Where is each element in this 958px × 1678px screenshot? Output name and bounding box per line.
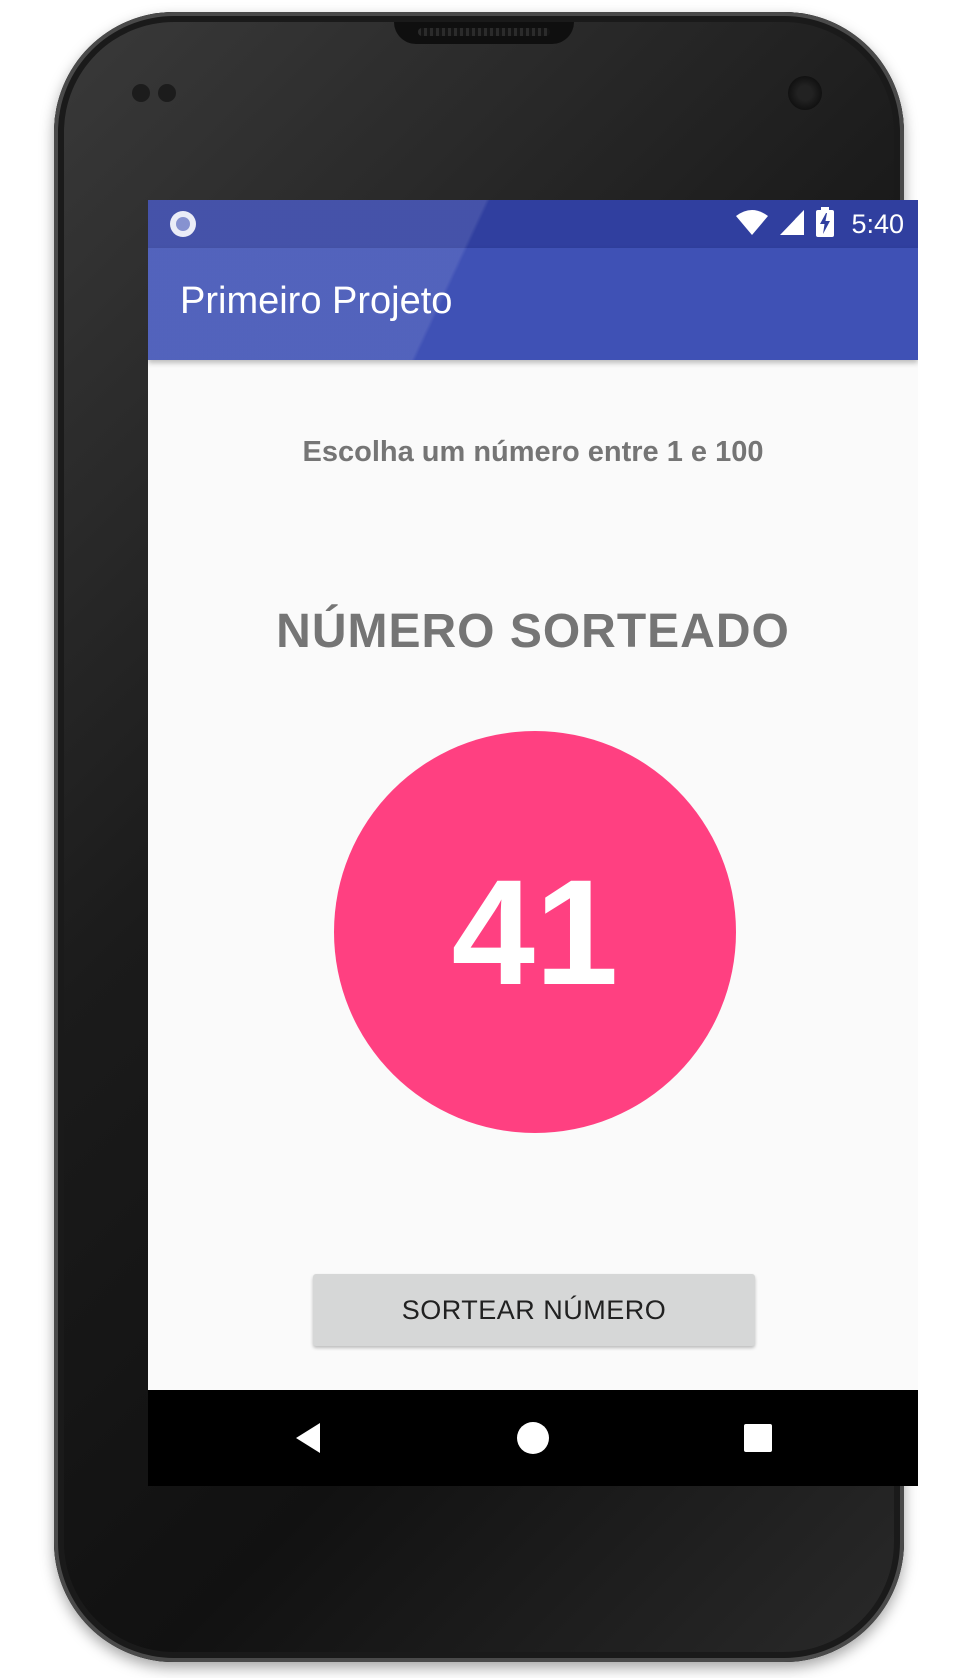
cell-signal-icon: [779, 208, 805, 241]
light-sensor: [158, 84, 176, 102]
draw-number-button[interactable]: SORTEAR NÚMERO: [313, 1274, 755, 1346]
status-bar: 5:40: [148, 200, 918, 248]
instruction-text: Escolha um número entre 1 e 100: [302, 436, 764, 468]
drawn-number: 41: [451, 848, 619, 1016]
result-heading: NÚMERO SORTEADO: [276, 605, 790, 658]
phone-frame: 5:40 Primeiro Projeto Escolha um número …: [54, 12, 918, 1662]
front-camera: [788, 76, 822, 110]
home-icon[interactable]: [513, 1418, 553, 1458]
screen: 5:40 Primeiro Projeto Escolha um número …: [148, 200, 918, 1486]
result-circle: 41: [334, 731, 736, 1133]
app-bar: Primeiro Projeto: [148, 248, 918, 360]
back-icon[interactable]: [288, 1418, 328, 1458]
earpiece-speaker: [394, 22, 574, 44]
status-icons: 5:40: [735, 200, 904, 248]
battery-charging-icon: [815, 206, 835, 242]
status-time: 5:40: [851, 208, 904, 239]
recents-icon[interactable]: [738, 1418, 778, 1458]
proximity-sensor: [132, 84, 150, 102]
notification-icon: [170, 211, 196, 237]
app-title: Primeiro Projeto: [180, 280, 453, 322]
wifi-icon: [735, 208, 769, 241]
navigation-bar: [148, 1390, 918, 1486]
